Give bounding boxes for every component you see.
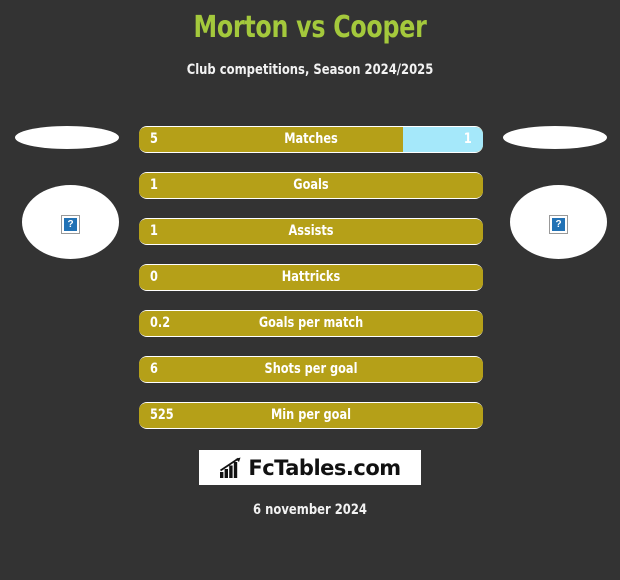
stat-label: Goals — [293, 177, 329, 193]
stat-row: 5 Matches 1 — [139, 126, 483, 153]
home-team-crest-top-ellipse — [15, 126, 119, 149]
stat-row: 1 Assists — [139, 218, 483, 245]
stat-row: 0.2 Goals per match — [139, 310, 483, 337]
stat-row: 0 Hattricks — [139, 264, 483, 291]
stat-label: Min per goal — [271, 407, 351, 423]
stat-label: Shots per goal — [264, 361, 358, 377]
stat-away-value: 1 — [464, 131, 472, 147]
page-subtitle: Club competitions, Season 2024/2025 — [186, 62, 434, 78]
stat-label: Hattricks — [281, 269, 341, 285]
fctables-logo[interactable]: FcTables.com — [199, 450, 421, 485]
page-title: Morton vs Cooper — [193, 10, 427, 45]
stat-label: Assists — [288, 223, 334, 239]
bar-chart-trend-icon — [220, 457, 241, 478]
away-team-crest-top-ellipse — [503, 126, 607, 149]
away-team-broken-image-icon: ? — [549, 215, 568, 234]
stat-label: Goals per match — [258, 315, 364, 331]
stat-label: Matches — [284, 131, 338, 147]
home-team-broken-image-icon: ? — [61, 215, 80, 234]
stat-row: 6 Shots per goal — [139, 356, 483, 383]
stat-row: 525 Min per goal — [139, 402, 483, 429]
fctables-logo-text: FcTables.com — [248, 455, 401, 480]
stats-list: 5 Matches 1 1 Goals 1 Assists 0 Hattricks 0.2 Goal… — [139, 126, 483, 448]
away-team-crest-ellipse: ? — [510, 185, 607, 259]
home-team-broken-image-glyph: ? — [64, 218, 77, 231]
report-date: 6 november 2024 — [253, 502, 367, 518]
away-team-broken-image-glyph: ? — [552, 218, 565, 231]
home-team-crest-ellipse: ? — [22, 185, 119, 259]
match-comparison-card: Morton vs Cooper Club competitions, Seas… — [0, 0, 620, 580]
stat-row: 1 Goals — [139, 172, 483, 199]
